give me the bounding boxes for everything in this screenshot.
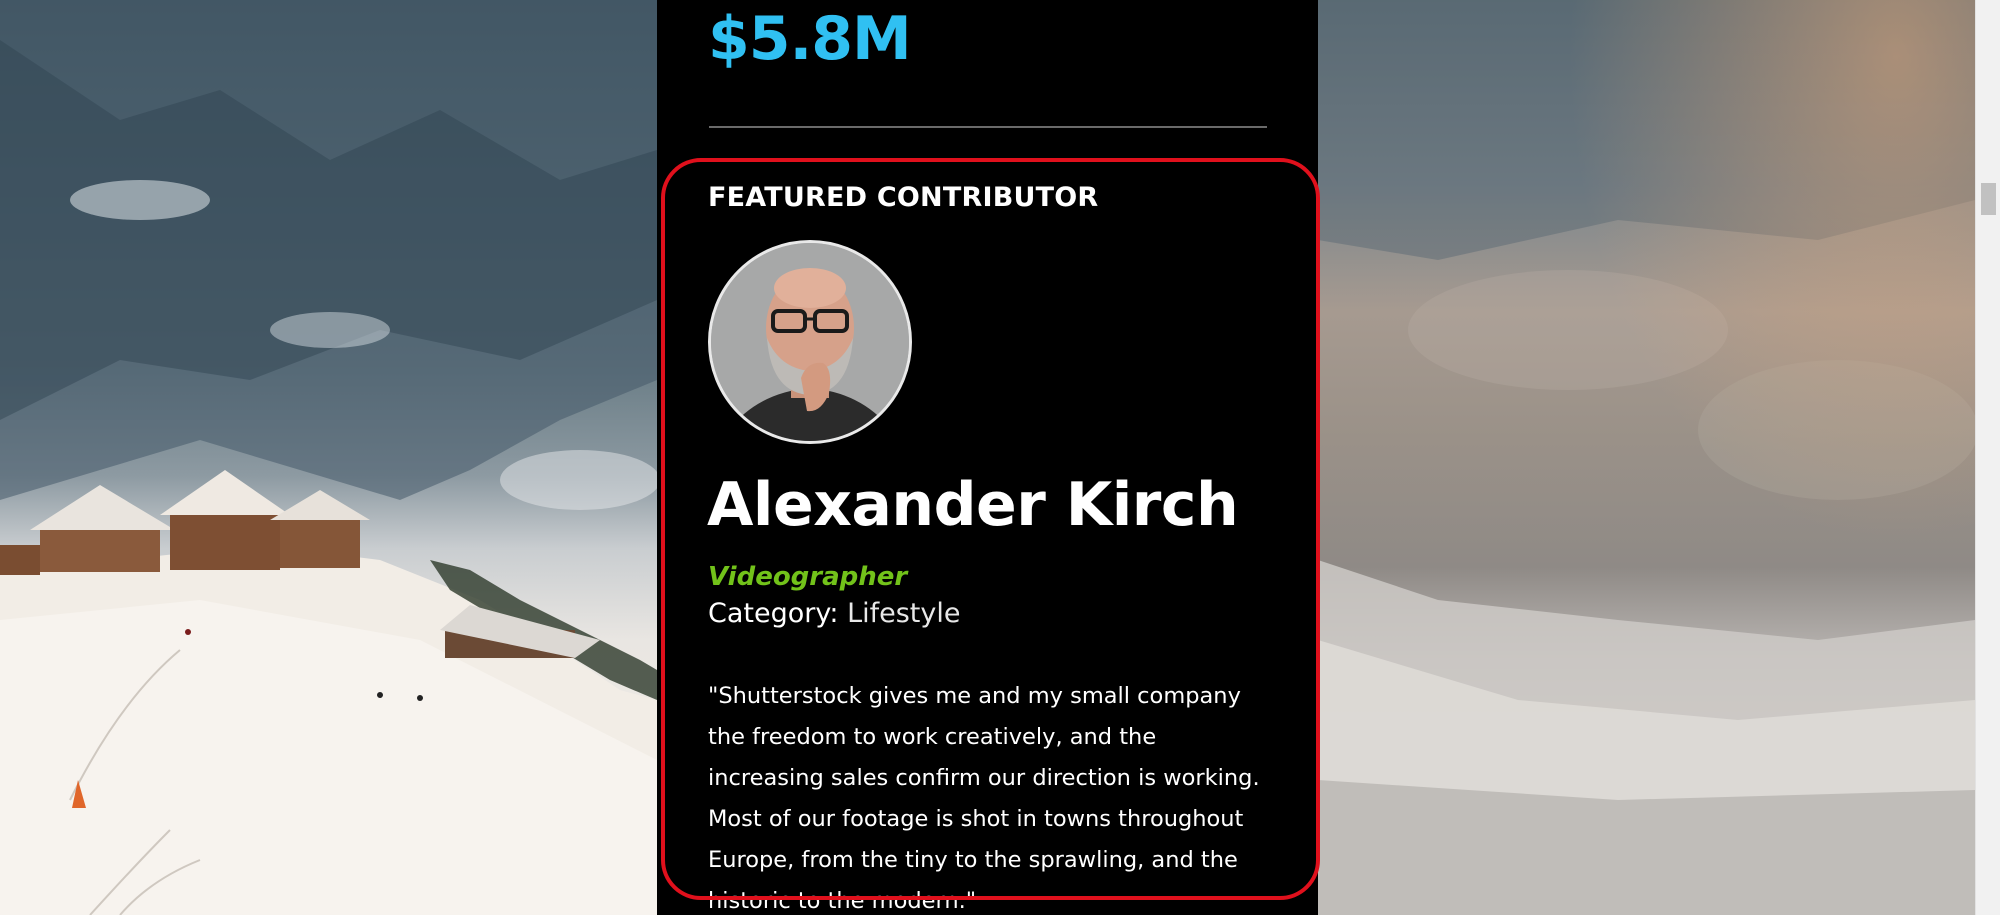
- stat-value: $5.8M: [708, 4, 912, 74]
- category-label: Category:: [708, 598, 839, 629]
- contributor-category: Category: Lifestyle: [708, 598, 960, 629]
- background-image-left: [0, 0, 657, 915]
- featured-contributor-heading: FEATURED CONTRIBUTOR: [708, 182, 1099, 213]
- contributor-avatar: [708, 240, 912, 444]
- valley-scenery: [1318, 0, 1975, 915]
- ski-resort-scenery: [0, 0, 657, 915]
- contributor-quote: "Shutterstock gives me and my small comp…: [708, 683, 1260, 914]
- portrait-image: [711, 243, 909, 441]
- contributor-role: Videographer: [708, 562, 908, 592]
- scrollbar-thumb[interactable]: [1981, 183, 1996, 215]
- content-panel: $5.8M FEATURED CONTRIBUTOR Alexander Kir…: [657, 0, 1318, 915]
- category-value: Lifestyle: [847, 598, 961, 629]
- contributor-name: Alexander Kirch: [707, 470, 1239, 540]
- page-scrollbar[interactable]: [1975, 0, 2000, 915]
- background-image-right: [1318, 0, 1975, 915]
- section-divider: [709, 126, 1267, 128]
